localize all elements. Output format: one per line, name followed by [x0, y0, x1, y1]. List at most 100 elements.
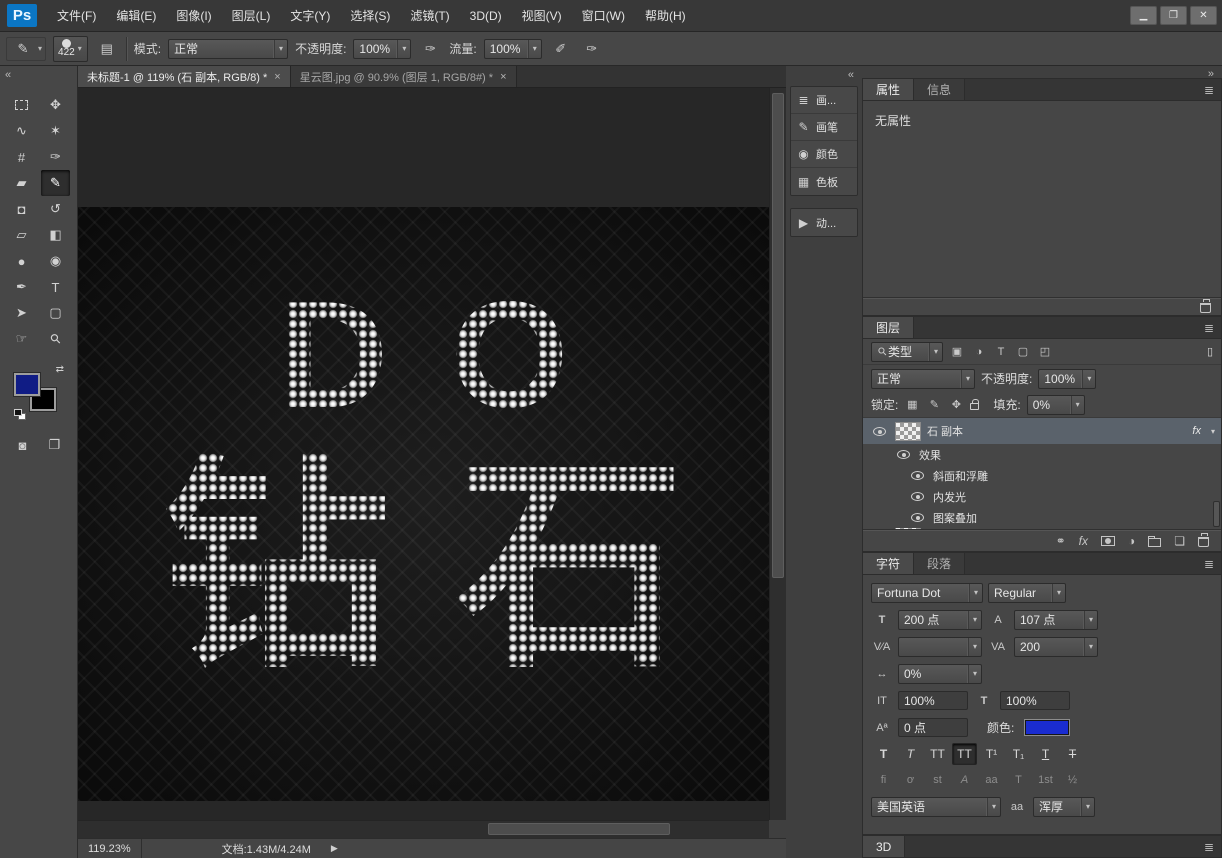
restore-button[interactable]: ❐ [1160, 6, 1187, 25]
effect-row-inner-glow[interactable]: 内发光 [863, 486, 1221, 507]
font-family-select[interactable]: Fortuna Dot ▾ [871, 583, 983, 603]
menu-select[interactable]: 选择(S) [340, 0, 400, 32]
tab-info[interactable]: 信息 [914, 79, 965, 100]
baseline-shift-field[interactable]: 0 点 [898, 718, 968, 737]
stylistic-alternates-button[interactable]: aa [979, 769, 1004, 791]
history-brush-tool[interactable]: ↺ [41, 196, 70, 222]
layer-row-partial[interactable] [863, 528, 1221, 529]
toggle-brush-panel-button[interactable]: ▤ [95, 38, 119, 60]
proportional-spacing-select[interactable]: 0% ▾ [898, 664, 982, 684]
airbrush-button[interactable]: ✐ [549, 38, 573, 60]
type-tool[interactable]: T [41, 274, 70, 300]
visibility-eye-icon[interactable] [897, 450, 910, 459]
new-group-icon[interactable] [1148, 538, 1161, 547]
new-adjustment-layer-icon[interactable]: ◑ [1128, 534, 1135, 548]
expand-dock-button[interactable]: « [848, 69, 854, 81]
text-color-swatch[interactable] [1025, 720, 1069, 735]
rectangular-marquee-tool[interactable] [7, 92, 36, 118]
filter-pixel-layers-icon[interactable]: ▣ [949, 345, 965, 358]
panel-button-color[interactable]: ◉ 颜色 [791, 141, 857, 168]
subscript-button[interactable]: T₁ [1006, 743, 1031, 765]
add-layer-style-icon[interactable]: fx [1079, 534, 1088, 548]
layer-opacity-select[interactable]: 100% ▾ [1038, 369, 1096, 389]
fractions-button[interactable]: ½ [1060, 769, 1085, 791]
delete-layer-icon[interactable] [1198, 537, 1209, 547]
move-tool[interactable]: ✥ [41, 92, 70, 118]
font-style-select[interactable]: Regular ▾ [988, 583, 1066, 603]
tab-layers[interactable]: 图层 [863, 317, 914, 338]
menu-type[interactable]: 文字(Y) [280, 0, 340, 32]
faux-italic-button[interactable]: T [898, 743, 923, 765]
blur-tool[interactable]: ● [7, 248, 36, 274]
menu-help[interactable]: 帮助(H) [635, 0, 696, 32]
strikethrough-button[interactable]: T [1060, 743, 1085, 765]
panel-button-brush-presets[interactable]: ≣ 画... [791, 87, 857, 114]
layer-filter-select[interactable]: ⚲ 类型 ▾ [871, 342, 943, 362]
vertical-scale-field[interactable]: 100% [898, 691, 968, 710]
menu-layer[interactable]: 图层(L) [222, 0, 281, 32]
visibility-eye-icon[interactable] [911, 492, 924, 501]
visibility-eye-icon[interactable] [911, 513, 924, 522]
trash-icon[interactable] [1200, 303, 1211, 313]
link-layers-icon[interactable]: ⚭ [1056, 534, 1066, 548]
panel-button-swatches[interactable]: ▦ 色板 [791, 168, 857, 195]
zoom-tool[interactable]: ⚲ [41, 326, 70, 352]
language-select[interactable]: 美国英语 ▾ [871, 797, 1001, 817]
lasso-tool[interactable]: ∿ [7, 118, 36, 144]
swash-button[interactable]: A [952, 769, 977, 791]
add-layer-mask-icon[interactable] [1101, 536, 1115, 546]
document-tab-nebula[interactable]: 星云图.jpg @ 90.9% (图层 1, RGB/8#) * × [291, 66, 517, 87]
faux-bold-button[interactable]: T [871, 743, 896, 765]
menu-file[interactable]: 文件(F) [47, 0, 106, 32]
eyedropper-tool[interactable]: ✑ [41, 144, 70, 170]
magic-wand-tool[interactable]: ✶ [41, 118, 70, 144]
filter-shape-layers-icon[interactable]: ▢ [1015, 345, 1031, 358]
horizontal-scrollbar-thumb[interactable] [488, 823, 670, 835]
all-caps-button[interactable]: TT [925, 743, 950, 765]
anti-alias-select[interactable]: 浑厚 ▾ [1033, 797, 1095, 817]
kerning-select[interactable]: ▾ [898, 637, 982, 657]
quick-mask-button[interactable]: ◙ [11, 434, 35, 456]
horizontal-scale-field[interactable]: 100% [1000, 691, 1070, 710]
panel-button-actions[interactable]: ▶ 动... [791, 209, 857, 236]
leading-select[interactable]: 107 点 ▾ [1014, 610, 1098, 630]
flow-select[interactable]: 100% ▾ [484, 39, 542, 59]
layer-thumbnail[interactable] [895, 422, 921, 441]
small-caps-button[interactable]: TT [952, 743, 977, 765]
menu-edit[interactable]: 编辑(E) [106, 0, 166, 32]
layer-blend-mode-select[interactable]: 正常 ▾ [871, 369, 975, 389]
filter-type-layers-icon[interactable]: T [993, 346, 1009, 358]
underline-button[interactable]: T [1033, 743, 1058, 765]
panel-button-brush[interactable]: ✎ 画笔 [791, 114, 857, 141]
eraser-tool[interactable]: ▱ [7, 222, 36, 248]
visibility-eye-icon[interactable] [911, 471, 924, 480]
vertical-scrollbar-thumb[interactable] [772, 93, 784, 578]
screen-mode-button[interactable]: ❐ [43, 434, 67, 456]
tab-character[interactable]: 字符 [863, 553, 914, 574]
filter-adjustment-layers-icon[interactable]: ◑ [971, 346, 987, 358]
menu-3d[interactable]: 3D(D) [460, 0, 512, 32]
status-options-arrow[interactable]: ▶ [325, 843, 344, 854]
path-selection-tool[interactable]: ➤ [7, 300, 36, 326]
panel-menu-icon[interactable]: ≣ [1197, 836, 1221, 857]
swap-colors-icon[interactable]: ⇄ [56, 364, 64, 375]
ligatures-button[interactable]: fi [871, 769, 896, 791]
collapse-dock-button[interactable]: » [1208, 68, 1214, 80]
layer-list-scrollbar[interactable] [1213, 501, 1220, 527]
tab-3d[interactable]: 3D [863, 836, 905, 857]
font-size-select[interactable]: 200 点 ▾ [898, 610, 982, 630]
foreground-color-swatch[interactable] [14, 373, 40, 396]
superscript-button[interactable]: T¹ [979, 743, 1004, 765]
layer-effects-row[interactable]: 效果 [863, 444, 1221, 465]
collapse-toolbar-button[interactable]: « [5, 69, 11, 81]
layer-fill-select[interactable]: 0% ▾ [1027, 395, 1085, 415]
panel-menu-icon[interactable]: ≣ [1197, 553, 1221, 574]
chevron-down-icon[interactable]: ▾ [1207, 427, 1215, 436]
rectangle-tool[interactable]: ▢ [41, 300, 70, 326]
visibility-eye-icon[interactable] [873, 427, 886, 436]
document-canvas[interactable]: DO 钻石 [78, 207, 769, 801]
tracking-select[interactable]: 200 ▾ [1014, 637, 1098, 657]
close-icon[interactable]: × [274, 71, 280, 83]
close-button[interactable]: ✕ [1190, 6, 1217, 25]
new-layer-icon[interactable]: ❏ [1174, 534, 1185, 548]
